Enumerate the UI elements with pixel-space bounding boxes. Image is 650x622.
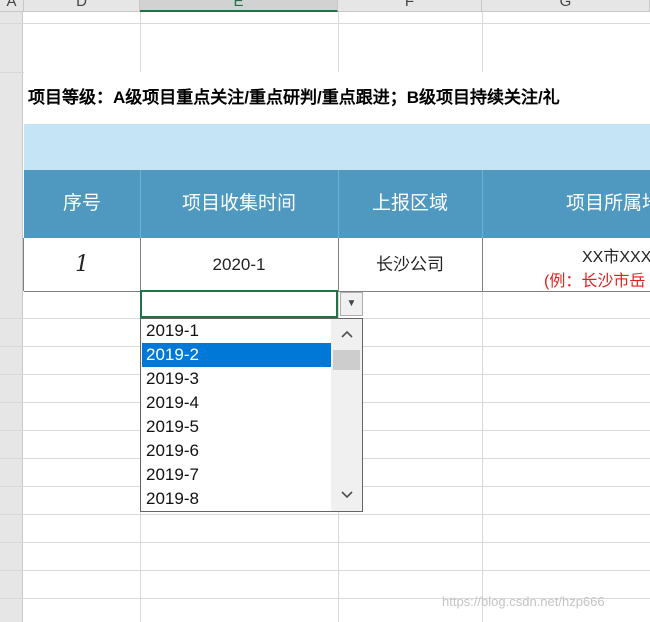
list-item[interactable]: 2019-1 (142, 319, 332, 343)
list-item[interactable]: 2019-4 (142, 391, 332, 415)
column-header-d[interactable]: D (24, 0, 140, 12)
header-project-location[interactable]: 项目所属地 (482, 170, 650, 238)
list-item[interactable]: 2019-5 (142, 415, 332, 439)
scroll-up-button[interactable] (331, 322, 362, 344)
header-serial-number[interactable]: 序号 (24, 170, 140, 238)
cell-index[interactable]: 1 (24, 238, 140, 291)
location-text: XX市XXX (582, 249, 650, 266)
chevron-down-icon (340, 491, 353, 499)
scroll-thumb[interactable] (333, 350, 360, 370)
list-item-selected[interactable]: 2019-2 (142, 343, 332, 367)
row-header-strip[interactable] (0, 12, 23, 622)
cell-project-location[interactable]: XX市XXX (例：长沙市岳 (482, 238, 650, 291)
header-report-area[interactable]: 上报区域 (338, 170, 482, 238)
dropdown-arrow-button[interactable]: ▼ (340, 292, 363, 316)
cell-collect-time[interactable]: 2020-1 (140, 238, 338, 291)
dropdown-list[interactable]: 2019-1 2019-2 2019-3 2019-4 2019-5 2019-… (140, 318, 363, 512)
column-header-g[interactable]: G (482, 0, 650, 12)
chevron-up-icon (340, 330, 353, 338)
list-item[interactable]: 2019-3 (142, 367, 332, 391)
list-item[interactable]: 2019-8 (142, 487, 332, 511)
column-header-a[interactable]: A (0, 0, 24, 12)
project-level-notice[interactable]: 项目等级：A级项目重点关注/重点研判/重点跟进；B级项目持续关注/礼 (24, 72, 650, 124)
list-item[interactable]: 2019-7 (142, 463, 332, 487)
cell-report-area[interactable]: 长沙公司 (338, 238, 482, 291)
column-header-e[interactable]: E (140, 0, 338, 12)
scroll-down-button[interactable] (331, 483, 362, 505)
column-header-f[interactable]: F (338, 0, 482, 12)
chevron-down-icon: ▼ (346, 298, 357, 309)
location-example-note: (例：长沙市岳 (544, 273, 646, 290)
active-cell-input[interactable] (140, 290, 338, 318)
title-band[interactable] (24, 124, 650, 170)
list-item[interactable]: 2019-6 (142, 439, 332, 463)
watermark-text: https://blog.csdn.net/hzp666 (442, 594, 605, 609)
header-collect-time[interactable]: 项目收集时间 (140, 170, 338, 238)
